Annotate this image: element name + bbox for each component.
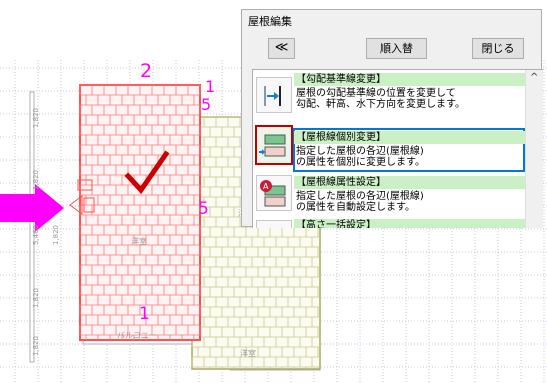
roof-main[interactable] — [79, 84, 201, 341]
dim-label: 1,820 — [32, 170, 40, 191]
command-description: 勾配、軒高、水下方向を変更します。 — [296, 99, 465, 110]
command-description: の属性を個別に変更します。 — [296, 157, 425, 168]
command-item-edge-edit[interactable] — [255, 125, 293, 165]
edge-label-bottom: 1 — [139, 304, 150, 324]
command-description: 屋根の勾配基準線の位置を変更して — [296, 88, 456, 99]
reorder-button[interactable]: 順入替 — [366, 38, 427, 59]
scrollbar[interactable]: ^ — [525, 70, 543, 228]
command-list: 【勾配基準線変更】 屋根の勾配基準線の位置を変更して 勾配、軒高、水下方向を変更… — [252, 69, 543, 228]
panel-title: 屋根編集 — [248, 15, 292, 28]
close-button[interactable]: 閉じる — [472, 38, 524, 59]
dim-label: 1,820 — [32, 288, 40, 309]
move-baseline-icon — [264, 86, 281, 106]
dim-label: 1,820 — [52, 225, 60, 246]
command-item-height[interactable] — [256, 220, 292, 228]
command-heading[interactable]: 【屋根線属性設定】 — [294, 176, 525, 189]
edge-label-right-top: 5 — [201, 95, 212, 114]
command-item-baseline[interactable] — [256, 77, 292, 113]
edge-label-right-mid: 5 — [198, 199, 209, 219]
command-description: 指定した屋根の各辺(屋根線) — [296, 146, 424, 157]
command-item-auto-attribute[interactable]: A — [256, 175, 292, 211]
dim-label: 1,820 — [32, 336, 40, 357]
command-heading[interactable]: 【高さ一括設定】 — [294, 219, 525, 228]
command-heading[interactable]: 【屋根線個別変更】 — [294, 131, 525, 144]
command-heading[interactable]: 【勾配基準線変更】 — [294, 73, 525, 86]
auto-attribute-icon: A — [260, 180, 286, 207]
svg-text:A: A — [263, 182, 269, 191]
collapse-button[interactable]: ≪ — [268, 38, 295, 59]
room-label: 洋室 — [131, 237, 147, 246]
room-label: バルコニー — [117, 331, 157, 340]
command-description: の属性を自動設定します。 — [296, 202, 415, 213]
edge-label-top: 2 — [140, 60, 153, 82]
edit-roof-edge-icon — [259, 134, 286, 157]
edge-label-top-right: 1 — [205, 77, 216, 96]
dim-label: 5,460 — [32, 225, 40, 246]
command-description: 指定した屋根の各辺(屋根線) — [296, 191, 424, 202]
roof-edit-panel: 屋根編集 ≪ 順入替 閉じる 【勾配基準線変更】 屋根の勾配基準線の位置を変更し… — [241, 9, 543, 228]
scroll-up-arrow-icon[interactable]: ^ — [530, 72, 538, 83]
dim-label: 1,820 — [32, 108, 40, 129]
room-label: 洋室 — [240, 349, 256, 358]
